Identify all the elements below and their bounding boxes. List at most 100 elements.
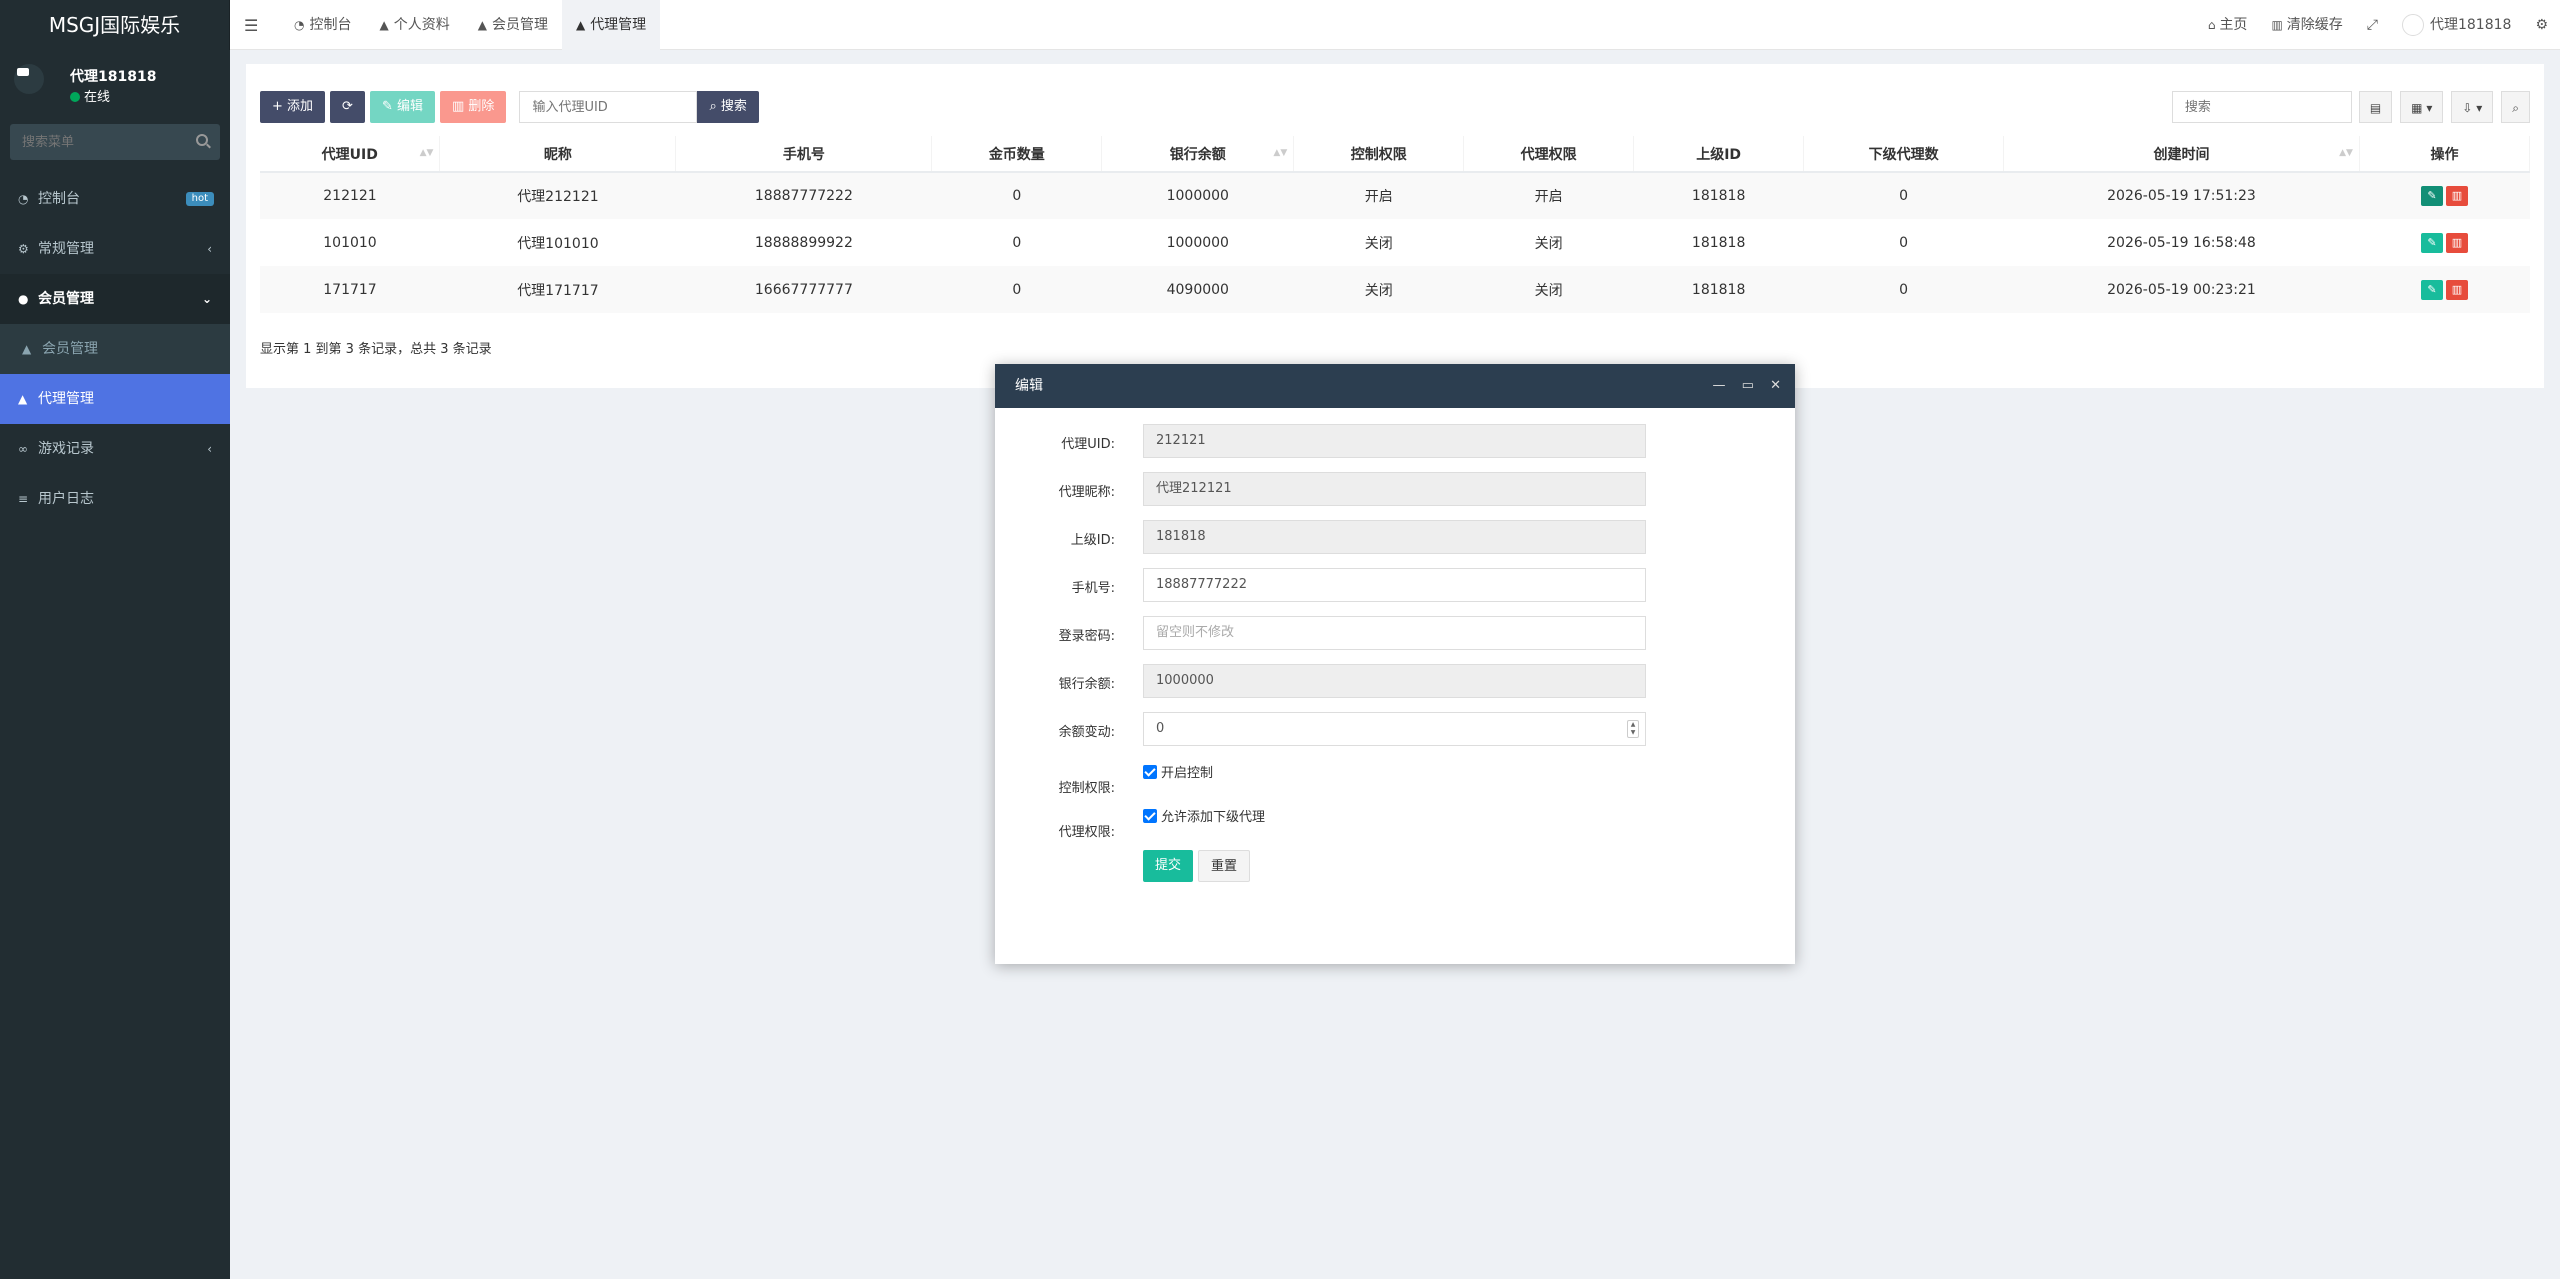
sidebar-item-label: 会员管理	[42, 341, 98, 357]
tab-label: 会员管理	[491, 17, 548, 33]
hot-badge: hot	[185, 192, 214, 206]
balance-change-field[interactable]: 0 ▲ ▼	[1143, 712, 1646, 746]
password-field[interactable]: 留空则不修改	[1143, 616, 1646, 650]
cell-bank: 4090000	[1101, 266, 1294, 313]
table-tools: ▤ ▦ ▾ ⇩ ▾ ⌕	[2171, 91, 2530, 123]
row-edit-button[interactable]: ✎	[2420, 186, 2443, 206]
tab-agents[interactable]: ▲ 代理管理	[561, 0, 661, 50]
row-delete-button[interactable]: ▥	[2445, 232, 2468, 253]
col-created[interactable]: 创建时间 ▲▼	[2003, 136, 2360, 173]
nav-tabs: ◔ 控制台 ▲ 个人资料 ▲ 会员管理 ▲ 代理管理	[280, 0, 661, 50]
avatar	[2401, 14, 2424, 36]
cell-phone: 16667777777	[675, 266, 932, 313]
sidebar-item-user-log[interactable]: ≡ 用户日志	[0, 474, 230, 524]
spinner-icon[interactable]: ▲ ▼	[1627, 720, 1639, 738]
cell-coins: 0	[1012, 234, 1022, 251]
advanced-search-button[interactable]: ⌕	[2501, 91, 2530, 123]
tab-dashboard[interactable]: ◔ 控制台	[280, 0, 365, 50]
col-uid[interactable]: 代理UID ▲▼	[260, 136, 441, 173]
col-bank[interactable]: 银行余额 ▲▼	[1101, 136, 1295, 173]
sidebar-item-agent[interactable]: ▲ 代理管理	[0, 374, 230, 424]
table-header-row: 代理UID ▲▼ 昵称 手机号 金币数量 银行余额 ▲▼ 控制权限 代理权限 上级I…	[260, 136, 2531, 173]
sidebar-item-general[interactable]: ⚙ 常规管理 ‹	[0, 224, 230, 274]
col-control: 控制权限	[1293, 136, 1465, 173]
columns-button[interactable]: ▦ ▾	[2400, 91, 2444, 123]
row-delete-button[interactable]: ▥	[2445, 186, 2468, 206]
home-label: 主页	[2219, 17, 2248, 33]
bank-balance-field[interactable]: 1000000	[1143, 664, 1646, 698]
cell-nickname: 代理101010	[517, 235, 599, 252]
table-row[interactable]: 101010 代理101010 18888899922 0 1000000 关闭…	[260, 219, 2530, 266]
clear-cache-button[interactable]: ▥ 清除缓存	[2259, 0, 2354, 50]
cell-uid: 212121	[260, 172, 440, 219]
cell-parent: 181818	[1633, 172, 1804, 219]
row-edit-button[interactable]: ✎	[2420, 279, 2443, 300]
users-icon: ▲	[18, 392, 28, 406]
cell-bank: 1000000	[1101, 172, 1294, 219]
brand-logo[interactable]: MSGJ国际娱乐	[0, 0, 230, 50]
fullscreen-button[interactable]: ⤢	[2355, 0, 2390, 50]
home-link[interactable]: ⌂ 主页	[2196, 0, 2260, 50]
minimize-icon[interactable]: —	[1713, 378, 1726, 393]
tab-profile[interactable]: ▲ 个人资料	[365, 0, 463, 50]
control-checkbox[interactable]: 开启控制	[1143, 762, 1213, 781]
topbar-username: 代理181818	[2429, 17, 2512, 33]
maximize-icon[interactable]: ▭	[1742, 378, 1754, 393]
pagination-summary: 显示第 1 到第 3 条记录，总共 3 条记录	[260, 342, 492, 357]
sidebar: MSGJ国际娱乐 代理181818 在线 ◔ 控制台 hot ⚙ 常规管理 ‹ ● 会员管…	[0, 0, 230, 1279]
parent-id-field[interactable]: 181818	[1143, 520, 1646, 554]
clear-cache-label: 清除缓存	[2286, 17, 2343, 33]
change-label: 余额变动:	[1058, 725, 1115, 740]
export-button[interactable]: ⇩ ▾	[2451, 91, 2494, 123]
agent-checkbox[interactable]: 允许添加下级代理	[1143, 806, 1265, 825]
search-icon[interactable]	[196, 134, 208, 146]
dialog-header[interactable]: 编辑 — ▭ ✕	[995, 364, 1795, 408]
tab-members[interactable]: ▲ 会员管理	[464, 0, 562, 50]
search-button[interactable]: ⌕ 搜索	[697, 91, 759, 123]
cell-coins: 0	[931, 172, 1102, 219]
toggle-view-button[interactable]: ▤	[2358, 91, 2393, 123]
checkbox-checked-icon[interactable]	[1143, 765, 1157, 779]
agent-uid-input[interactable]	[519, 91, 698, 123]
reset-button[interactable]: 重置	[1198, 850, 1251, 882]
gamepad-icon: ∞	[18, 442, 28, 456]
settings-button[interactable]: ⚙	[2523, 0, 2560, 50]
form-row-nickname: 代理昵称: 代理212121	[995, 472, 1795, 506]
trash-icon: ▥	[2271, 18, 2283, 32]
edit-button[interactable]: ✎ 编辑	[369, 91, 435, 123]
cell-created: 2026-05-19 17:51:23	[2003, 172, 2360, 219]
nickname-field[interactable]: 代理212121	[1143, 472, 1646, 506]
form-row-agent: 代理权限: 允许添加下级代理	[995, 804, 1795, 840]
search-label: 搜索	[720, 99, 747, 114]
phone-field[interactable]: 18887777222	[1143, 568, 1646, 602]
agent-check-label: 允许添加下级代理	[1161, 810, 1266, 825]
row-delete-button[interactable]: ▥	[2445, 279, 2468, 300]
cell-sub-count: 0	[1803, 266, 2004, 313]
table-row[interactable]: 212121 代理212121 18887777222 0 1000000 开启…	[260, 172, 2530, 219]
sort-icon: ▲▼	[2339, 148, 2353, 158]
cell-agent: 关闭	[1463, 266, 1634, 313]
row-edit-button[interactable]: ✎	[2420, 232, 2443, 253]
user-menu[interactable]: 代理181818	[2390, 0, 2523, 50]
col-label: 金币数量	[988, 146, 1045, 163]
sidebar-item-dashboard[interactable]: ◔ 控制台 hot	[0, 174, 230, 224]
content-panel: + 添加 ⟳ ✎ 编辑 ▥ 删除 ⌕ 搜索 ▤ ▦ ▾ ⇩ ▾ ⌕ 代理UID ▲…	[246, 64, 2544, 388]
menu-toggle-icon[interactable]: ☰	[244, 16, 258, 35]
add-button[interactable]: + 添加	[260, 91, 326, 123]
menu-search-input[interactable]	[10, 124, 180, 160]
delete-button[interactable]: ▥ 删除	[440, 91, 507, 123]
table-search-input[interactable]	[2171, 91, 2352, 123]
sidebar-item-member[interactable]: ▲ 会员管理	[0, 324, 230, 374]
table-row[interactable]: 171717 代理171717 16667777777 0 4090000 关闭…	[260, 266, 2530, 313]
uid-field[interactable]: 212121	[1143, 424, 1646, 458]
col-actions: 操作	[2359, 136, 2531, 173]
submit-button[interactable]: 提交	[1143, 850, 1194, 882]
close-icon[interactable]: ✕	[1770, 378, 1781, 393]
form-row-phone: 手机号: 18887777222	[995, 568, 1795, 602]
refresh-button[interactable]: ⟳	[330, 91, 365, 123]
checkbox-checked-icon[interactable]	[1143, 809, 1157, 823]
col-nickname: 昵称	[439, 136, 677, 173]
home-icon: ⌂	[2207, 18, 2216, 32]
sidebar-item-member-group[interactable]: ● 会员管理 ⌄	[0, 274, 230, 324]
sidebar-item-game-records[interactable]: ∞ 游戏记录 ‹	[0, 424, 230, 474]
